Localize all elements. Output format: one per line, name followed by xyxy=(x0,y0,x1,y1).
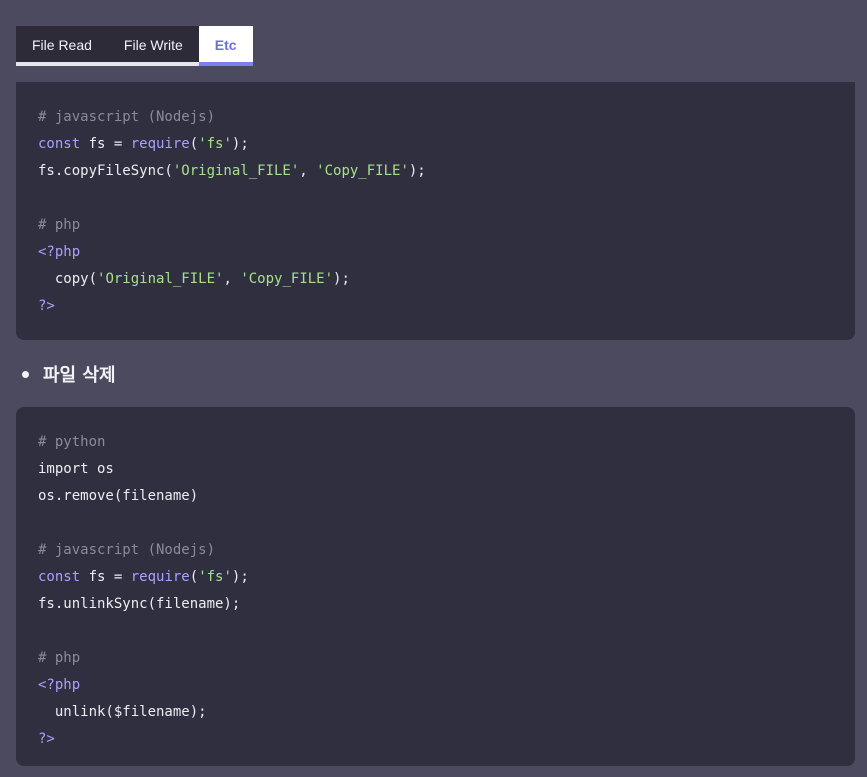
code-line: fs.unlinkSync(filename); xyxy=(38,596,241,612)
code-line: # php xyxy=(38,217,81,233)
code-line: fs.copyFileSync('Original_FILE', 'Copy_F… xyxy=(38,163,426,179)
tab-bar: File Read File Write Etc xyxy=(16,26,253,66)
code-line: copy('Original_FILE', 'Copy_FILE'); xyxy=(38,271,350,287)
tab-etc[interactable]: Etc xyxy=(198,26,253,66)
section-heading: 파일 삭제 xyxy=(22,362,116,386)
code-line: # python xyxy=(38,434,106,450)
code-line: ?> xyxy=(38,298,55,314)
code-line: # php xyxy=(38,650,81,666)
code-line: const fs = require('fs'); xyxy=(38,569,249,585)
code-line: unlink($filename); xyxy=(38,704,207,720)
code-line: os.remove(filename) xyxy=(38,488,199,504)
code-line: import os xyxy=(38,461,114,477)
tab-file-write[interactable]: File Write xyxy=(107,26,199,66)
code-line: ?> xyxy=(38,731,55,747)
code-block-delete: # python import os os.remove(filename) #… xyxy=(16,407,855,766)
code-line: # javascript (Nodejs) xyxy=(38,109,216,125)
code-block-copy: # javascript (Nodejs) const fs = require… xyxy=(16,82,855,340)
section-title: 파일 삭제 xyxy=(43,365,116,386)
code-line: # javascript (Nodejs) xyxy=(38,542,216,558)
code-line: const fs = require('fs'); xyxy=(38,136,249,152)
tab-file-read[interactable]: File Read xyxy=(16,26,108,66)
code-line: <?php xyxy=(38,244,81,260)
bullet-icon xyxy=(22,370,29,378)
code-line: <?php xyxy=(38,677,81,693)
